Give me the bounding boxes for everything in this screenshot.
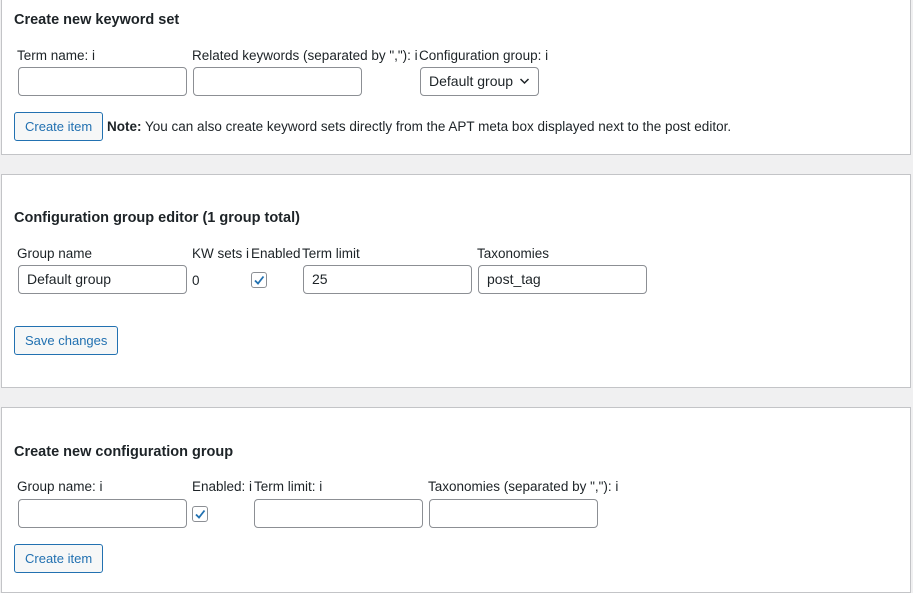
note-body: You can also create keyword sets directl… bbox=[141, 119, 732, 134]
term-limit-input[interactable]: 25 bbox=[303, 265, 472, 294]
new-enabled-checkbox[interactable] bbox=[192, 506, 208, 522]
taxonomies-input[interactable]: post_tag bbox=[478, 265, 647, 294]
keyword-set-panel: Create new keyword set Term name: i Rela… bbox=[1, 0, 911, 155]
group-editor-panel: Configuration group editor (1 group tota… bbox=[1, 174, 911, 388]
related-keywords-label: Related keywords (separated by ","): i bbox=[192, 48, 418, 63]
term-name-input[interactable] bbox=[18, 67, 187, 96]
kw-sets-count: 0 bbox=[192, 273, 200, 288]
new-term-limit-label: Term limit: i bbox=[254, 479, 323, 494]
note-text: Note: You can also create keyword sets d… bbox=[107, 119, 731, 134]
new-taxonomies-label: Taxonomies (separated by ","): i bbox=[428, 479, 619, 494]
new-group-name-input[interactable] bbox=[18, 499, 187, 528]
config-group-label: Configuration group: i bbox=[419, 48, 549, 63]
checkmark-icon bbox=[254, 275, 265, 285]
kw-sets-header: KW sets i bbox=[192, 246, 250, 261]
keyword-set-title: Create new keyword set bbox=[14, 12, 180, 28]
config-group-select[interactable]: Default group bbox=[420, 67, 539, 96]
new-enabled-label: Enabled: i bbox=[192, 479, 253, 494]
new-group-name-label: Group name: i bbox=[17, 479, 103, 494]
term-name-label: Term name: i bbox=[17, 48, 96, 63]
group-editor-title: Configuration group editor (1 group tota… bbox=[14, 210, 300, 226]
new-group-title: Create new configuration group bbox=[14, 444, 234, 460]
config-group-selected: Default group bbox=[429, 73, 514, 89]
group-name-header: Group name bbox=[17, 246, 93, 261]
group-name-input[interactable]: Default group bbox=[18, 265, 187, 294]
note-label: Note: bbox=[107, 119, 142, 134]
new-taxonomies-input[interactable] bbox=[429, 499, 598, 528]
enabled-header: Enabled bbox=[251, 246, 301, 261]
enabled-checkbox[interactable] bbox=[251, 272, 267, 288]
checkmark-icon bbox=[195, 509, 206, 519]
related-keywords-input[interactable] bbox=[193, 67, 362, 96]
chevron-down-icon bbox=[519, 68, 530, 104]
taxonomies-header: Taxonomies bbox=[477, 246, 550, 261]
create-keyword-set-button[interactable]: Create item bbox=[14, 112, 104, 141]
save-changes-button[interactable]: Save changes bbox=[14, 326, 119, 355]
new-term-limit-input[interactable] bbox=[254, 499, 423, 528]
new-group-panel: Create new configuration group Group nam… bbox=[1, 407, 911, 593]
term-limit-header: Term limit bbox=[302, 246, 360, 261]
create-group-button[interactable]: Create item bbox=[14, 544, 104, 573]
